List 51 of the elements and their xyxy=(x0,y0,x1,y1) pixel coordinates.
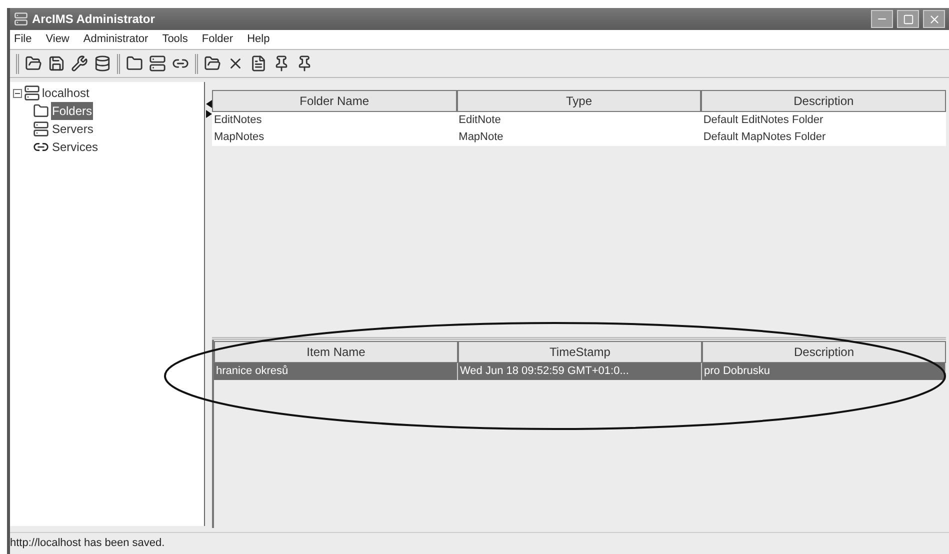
database-icon[interactable] xyxy=(94,55,111,72)
server-icon xyxy=(33,121,49,137)
tree-item[interactable]: localhost xyxy=(42,84,90,102)
menu-item[interactable]: File xyxy=(14,31,32,48)
tree-item[interactable]: Folders xyxy=(51,102,94,120)
window-title: ArcIMS Administrator xyxy=(32,11,155,28)
close-button[interactable] xyxy=(923,10,945,28)
menu-item[interactable]: View xyxy=(46,31,70,48)
column-header[interactable]: Folder Name xyxy=(212,90,457,112)
close-icon xyxy=(928,12,940,26)
status-text: http://localhost has been saved. xyxy=(10,536,165,552)
table-cell: pro Dobrusku xyxy=(702,363,946,380)
column-header[interactable]: TimeStamp xyxy=(458,341,702,363)
table-cell: Wed Jun 18 09:52:59 GMT+01:0... xyxy=(458,363,702,380)
table-row[interactable]: EditNotes EditNote Default EditNotes Folder xyxy=(212,112,946,129)
column-header[interactable]: Item Name xyxy=(214,341,458,363)
menu-item[interactable]: Help xyxy=(247,31,270,48)
menu-item[interactable]: Administrator xyxy=(83,31,148,48)
open-folder-icon[interactable] xyxy=(25,55,42,72)
column-header[interactable]: Description xyxy=(702,341,946,363)
save-icon[interactable] xyxy=(48,55,65,72)
collapse-toggle-icon[interactable] xyxy=(13,88,22,98)
document-icon[interactable] xyxy=(250,55,267,72)
menu-item[interactable]: Folder xyxy=(202,31,234,48)
table-row[interactable]: hranice okresů Wed Jun 18 09:52:59 GMT+01:0... pro Dobrusku xyxy=(214,363,946,380)
table-cell-text: EditNote xyxy=(458,113,502,128)
tree-item[interactable]: Servers xyxy=(51,120,94,138)
folder-icon xyxy=(33,103,49,119)
maximize-icon xyxy=(902,14,914,24)
server-icon xyxy=(24,85,40,101)
maximize-button[interactable] xyxy=(897,10,919,28)
tree-item[interactable]: Services xyxy=(51,138,100,156)
table-cell-text: EditNotes xyxy=(213,113,263,128)
pin-icon[interactable] xyxy=(273,55,290,72)
app-icon xyxy=(14,12,28,26)
server-icon[interactable] xyxy=(149,55,166,72)
collapse-arrow-icon[interactable] xyxy=(206,100,212,108)
table-cell: hranice okresů xyxy=(214,363,458,380)
table-cell-text: MapNotes xyxy=(213,130,266,145)
column-header[interactable]: Description xyxy=(701,90,946,112)
table-cell-text: MapNote xyxy=(458,130,504,145)
table-cell-text: Default EditNotes Folder xyxy=(702,113,824,128)
folder-icon[interactable] xyxy=(126,55,143,72)
expand-arrow-icon[interactable] xyxy=(206,110,212,118)
table-row[interactable]: MapNotes MapNote Default MapNotes Folder xyxy=(212,129,946,146)
tools-icon[interactable] xyxy=(71,55,88,72)
column-header[interactable]: Type xyxy=(456,90,702,112)
table-cell-text: Default MapNotes Folder xyxy=(702,130,827,145)
pin-icon[interactable] xyxy=(296,55,313,72)
menu-item[interactable]: Tools xyxy=(162,31,188,48)
folder-icon[interactable] xyxy=(204,55,221,72)
